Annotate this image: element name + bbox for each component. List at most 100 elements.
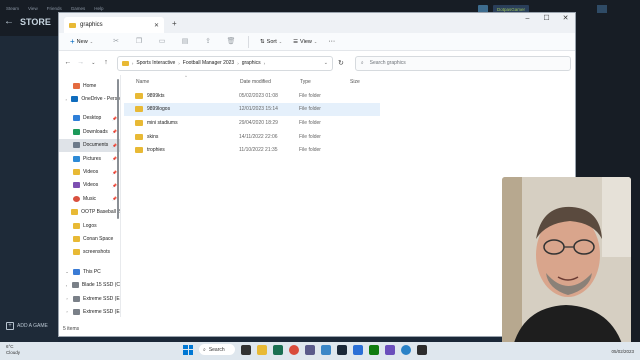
- xbox-icon[interactable]: [369, 344, 379, 355]
- sidebar-item-conan-space[interactable]: Conan Space: [59, 232, 120, 245]
- file-row[interactable]: 9899logos 12/01/2023 15:14 File folder: [124, 102, 380, 117]
- file-row[interactable]: mini stadiums 29/04/2020 18:29 File fold…: [124, 116, 380, 130]
- sidebar-item-drive-e[interactable]: › Extreme SSD (E: [59, 292, 120, 305]
- sidebar-item-drive-c[interactable]: › Blade 15 SSD (C: [59, 278, 120, 291]
- close-button[interactable]: ✕: [556, 13, 575, 25]
- expand-chevron-icon[interactable]: ›: [64, 283, 69, 288]
- sidebar-item-onedrive[interactable]: › OneDrive - Perso: [59, 92, 120, 105]
- sidebar-item-logos[interactable]: Logos: [59, 219, 120, 232]
- clock-date[interactable]: 05/02/2023: [611, 349, 634, 354]
- file-date: 14/11/2022 22:06: [239, 133, 278, 140]
- sidebar-item-this-pc[interactable]: ⌄ This PC: [59, 265, 120, 278]
- expand-chevron-icon[interactable]: ›: [64, 309, 70, 314]
- minimize-button[interactable]: –: [518, 13, 537, 25]
- drive-icon: [73, 308, 80, 315]
- app-icon[interactable]: [273, 344, 283, 355]
- forward-icon[interactable]: →: [76, 58, 86, 68]
- new-button[interactable]: + New ⌄: [66, 37, 97, 47]
- sidebar-item-home[interactable]: Home: [59, 79, 120, 92]
- breadcrumb-separator: ›: [131, 60, 134, 66]
- app-icon[interactable]: [385, 344, 395, 355]
- column-name[interactable]: Name: [136, 79, 240, 85]
- rename-icon[interactable]: ▤: [180, 37, 190, 47]
- column-size[interactable]: Size: [350, 79, 380, 85]
- sidebar-item-documents[interactable]: Documents 📌: [59, 138, 120, 152]
- more-options-button[interactable]: ···: [328, 38, 335, 45]
- app-icon[interactable]: [353, 344, 363, 355]
- steam-library-panel: [0, 36, 58, 342]
- sidebar-item-music[interactable]: Music 📌: [59, 192, 120, 205]
- expand-chevron-icon[interactable]: ›: [64, 97, 68, 102]
- steam-icon[interactable]: [337, 344, 347, 355]
- file-date: 11/10/2022 21:35: [239, 147, 278, 154]
- cut-icon[interactable]: ✂: [111, 37, 121, 47]
- weather-widget[interactable]: 6°C Cloudy: [6, 344, 20, 356]
- expand-chevron-icon[interactable]: ⌄: [64, 269, 70, 274]
- sidebar-item-downloads[interactable]: Downloads 📌: [59, 125, 120, 138]
- app-icon[interactable]: [321, 344, 331, 355]
- start-icon[interactable]: [183, 344, 193, 355]
- sidebar-item-drive-e2[interactable]: › Extreme SSD (E: [59, 305, 120, 317]
- chevron-down-icon: ⌄: [313, 39, 318, 44]
- obs-icon[interactable]: [417, 344, 427, 355]
- paste-icon[interactable]: ▭: [157, 37, 167, 47]
- breadcrumb-graphics[interactable]: graphics: [242, 60, 261, 66]
- column-date-modified[interactable]: Date modified: [240, 79, 300, 85]
- window-controls: – ☐ ✕: [518, 13, 575, 25]
- steam-menu-games[interactable]: Games: [71, 6, 86, 11]
- breadcrumb-sports-interactive[interactable]: Sports Interactive: [136, 60, 175, 66]
- close-tab-icon[interactable]: ✕: [154, 22, 159, 29]
- view-button[interactable]: ☰ View ⌄: [293, 39, 317, 45]
- tab-graphics[interactable]: graphics ✕: [64, 17, 164, 33]
- refresh-icon[interactable]: ↻: [338, 59, 344, 67]
- steam-menu-friends[interactable]: Friends: [47, 6, 62, 11]
- new-tab-button[interactable]: +: [172, 19, 177, 28]
- address-bar[interactable]: › Sports Interactive › Football Manager …: [116, 55, 333, 71]
- share-icon[interactable]: ⇪: [203, 37, 213, 47]
- chevron-down-icon: ⌄: [278, 39, 283, 44]
- file-explorer-icon[interactable]: [257, 344, 267, 355]
- sidebar-item-videos[interactable]: Videos 📌: [59, 179, 120, 192]
- maximize-button[interactable]: ☐: [537, 13, 556, 25]
- file-row[interactable]: trophies 11/10/2022 21:35 File folder: [124, 143, 380, 157]
- video-icon: [73, 182, 80, 189]
- sidebar-item-screenshots[interactable]: screenshots: [59, 246, 120, 259]
- pc-icon: [73, 268, 80, 275]
- steam-menu-help[interactable]: Help: [94, 6, 103, 11]
- tab-label: graphics: [80, 22, 103, 28]
- view-label: View: [300, 38, 312, 45]
- steam-notification-icon[interactable]: [597, 5, 607, 13]
- copy-icon[interactable]: ❐: [134, 37, 144, 47]
- breadcrumb-football-manager[interactable]: Football Manager 2023: [183, 60, 234, 66]
- up-icon[interactable]: ↑: [101, 58, 111, 68]
- pictures-icon: [73, 155, 80, 162]
- sort-button[interactable]: ⇅ Sort ⌄: [260, 39, 282, 45]
- delete-icon[interactable]: 🗑: [226, 37, 236, 47]
- recent-chevron-icon[interactable]: ⌄: [88, 58, 98, 68]
- search-input[interactable]: ⌕ Search graphics: [354, 55, 571, 71]
- edge-icon[interactable]: [401, 344, 411, 355]
- file-row[interactable]: 9899kts 05/02/2023 01:08 File folder: [124, 89, 380, 103]
- document-icon: [73, 142, 80, 149]
- sidebar-item-desktop[interactable]: Desktop 📌: [59, 112, 120, 125]
- add-game-label: ADD A GAME: [17, 323, 48, 329]
- add-game-button[interactable]: + ADD A GAME: [6, 322, 48, 330]
- expand-chevron-icon[interactable]: ›: [64, 296, 70, 301]
- chrome-icon[interactable]: [289, 344, 299, 355]
- steam-store-tab[interactable]: STORE: [20, 17, 51, 27]
- task-view-icon[interactable]: [241, 344, 251, 355]
- sidebar-item-videos-folder[interactable]: Videos 📌: [59, 165, 120, 178]
- steam-menu-view[interactable]: View: [28, 6, 38, 11]
- address-dropdown-icon[interactable]: ⌄: [324, 60, 328, 66]
- column-type[interactable]: Type: [300, 79, 350, 85]
- taskbar-search[interactable]: ⌕ Search: [199, 344, 235, 355]
- app-icon[interactable]: [305, 344, 315, 355]
- sidebar-item-pictures[interactable]: Pictures 📌: [59, 152, 120, 165]
- steam-menu-steam[interactable]: Steam: [6, 6, 19, 11]
- file-row[interactable]: skins 14/11/2022 22:06 File folder: [124, 130, 380, 144]
- back-arrow-icon[interactable]: ←: [4, 16, 14, 27]
- sort-ascending-icon: ^: [185, 74, 187, 79]
- back-icon[interactable]: ←: [63, 58, 73, 68]
- sidebar-scrollbar[interactable]: [117, 79, 119, 219]
- sidebar-item-ootp[interactable]: OOTP Baseball 2: [59, 206, 120, 219]
